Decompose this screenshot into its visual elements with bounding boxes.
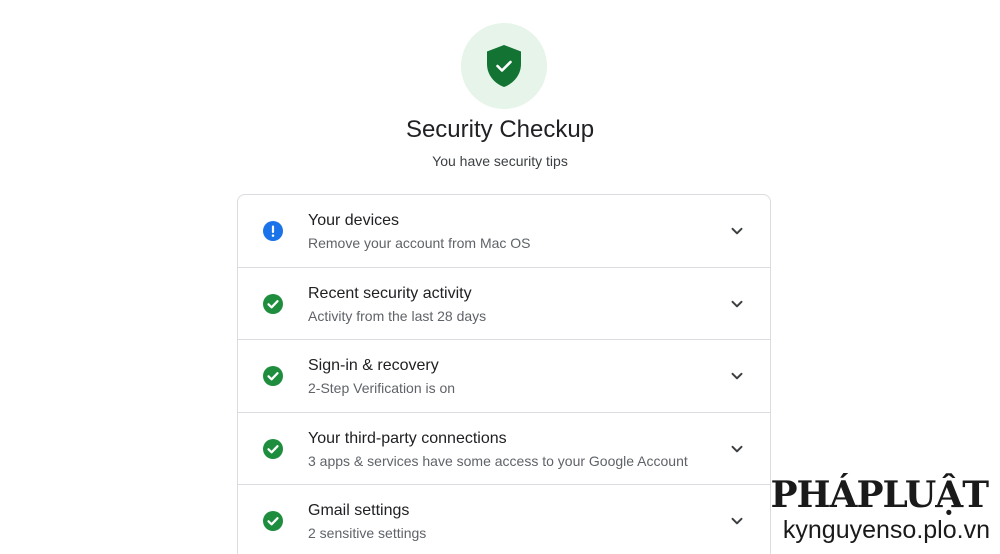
item-subtitle: Remove your account from Mac OS [308, 235, 531, 251]
watermark-logo: PHÁPLUẬT [770, 474, 989, 516]
chevron-down-icon[interactable] [730, 442, 744, 456]
item-title: Sign-in & recovery [308, 357, 439, 374]
page-subtitle: You have security tips [432, 153, 568, 169]
checkup-item-recent-security-activity[interactable]: Recent security activity Activity from t… [238, 268, 770, 340]
check-circle-icon [263, 438, 283, 459]
info-icon [263, 221, 283, 241]
item-subtitle: Activity from the last 28 days [308, 307, 487, 324]
security-hero-badge [461, 23, 547, 109]
chevron-down-icon[interactable] [730, 297, 744, 311]
check-circle-icon [263, 366, 283, 386]
chevron-down-icon[interactable] [730, 369, 744, 383]
security-checkup-list: Your devices Remove your account from Ma… [237, 194, 771, 554]
checkup-item-your-devices[interactable]: Your devices Remove your account from Ma… [238, 195, 770, 268]
item-title: Your devices [308, 212, 400, 229]
check-circle-icon [263, 293, 283, 314]
check-circle-icon [263, 511, 283, 531]
checkup-item-sign-in-recovery[interactable]: Sign-in & recovery 2-Step Verification i… [238, 340, 770, 413]
chevron-down-icon[interactable] [730, 514, 744, 528]
watermark-site: kynguyenso.plo.vn [782, 516, 990, 544]
checkup-item-third-party-connections[interactable]: Your third-party connections 3 apps & se… [238, 413, 770, 485]
item-title: Recent security activity [308, 284, 472, 302]
page-title: Security Checkup [405, 116, 595, 143]
item-subtitle: 2-Step Verification is on [308, 380, 456, 396]
security-checkup-page: Security Checkup You have security tips … [0, 0, 1000, 554]
item-subtitle: 2 sensitive settings [308, 525, 427, 541]
item-title: Your third-party connections [308, 429, 507, 447]
item-subtitle: 3 apps & services have some access to yo… [308, 452, 688, 469]
shield-check-icon [487, 45, 521, 87]
chevron-down-icon[interactable] [730, 224, 744, 238]
item-title: Gmail settings [308, 502, 410, 519]
checkup-item-gmail-settings[interactable]: Gmail settings 2 sensitive settings [238, 485, 770, 554]
